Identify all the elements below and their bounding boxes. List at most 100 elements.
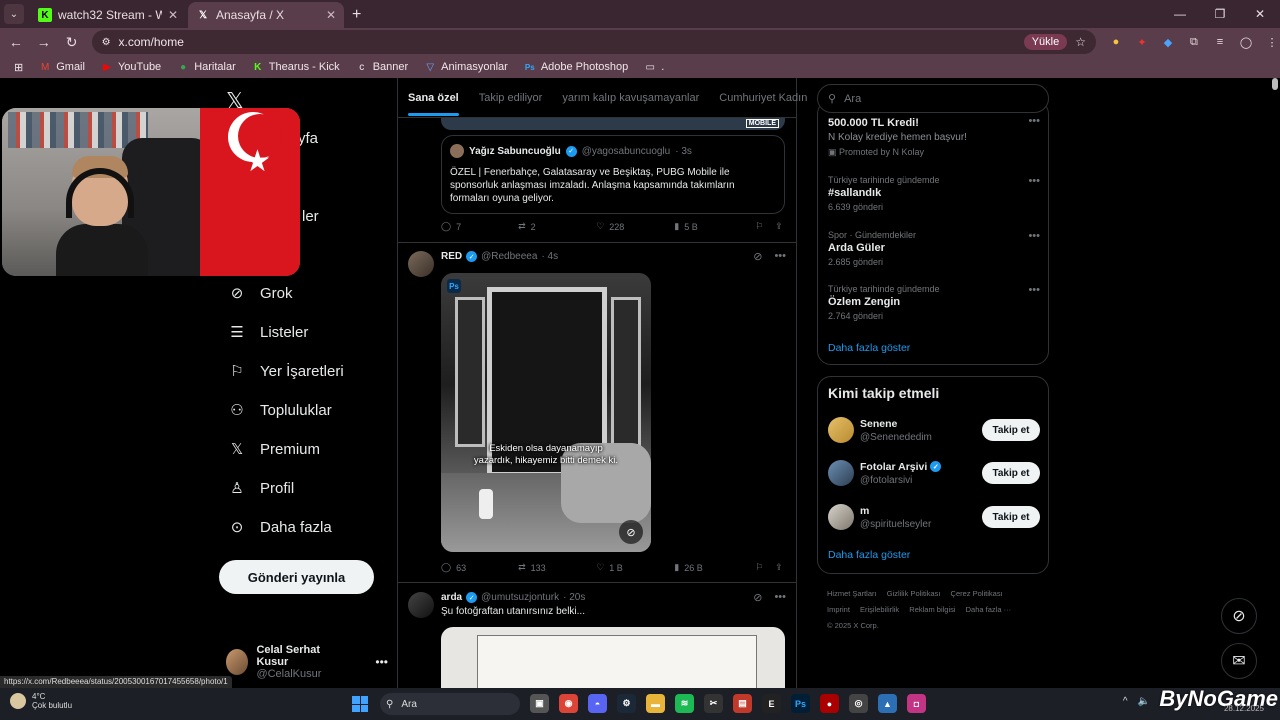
reply-button[interactable]: ◯ 7 — [441, 221, 518, 232]
reload-icon[interactable]: ↻ — [60, 30, 84, 54]
previous-post-media[interactable]: MOBILE — [441, 118, 785, 130]
post-author-handle[interactable]: @umutsuzjonturk — [481, 592, 559, 603]
suggested-account[interactable]: m @spirituelseyler Takip et — [828, 504, 1040, 530]
more-dots-icon[interactable]: ••• — [1028, 284, 1040, 296]
avatar[interactable] — [408, 592, 434, 618]
profile-icon[interactable]: ◯ — [1238, 34, 1254, 50]
tab-list-1[interactable]: yarım kalıp kavuşamayanlar — [562, 78, 699, 117]
obs-icon[interactable]: ◎ — [849, 694, 868, 713]
media-icon[interactable]: ≡ — [1212, 34, 1228, 50]
footer-link[interactable]: Daha fazla ··· — [966, 605, 1011, 614]
post-photo[interactable]: Ps Eskiden olsa dayanamayıp yazardık, hi… — [441, 273, 651, 552]
grok-icon[interactable]: ⊘ — [753, 250, 762, 263]
explorer-icon[interactable]: ▬ — [646, 694, 665, 713]
bookmark-animations[interactable]: ▽ Animasyonlar — [418, 61, 514, 73]
footer-link[interactable]: Reklam bilgisi — [909, 605, 955, 614]
suggested-account[interactable]: Fotolar Arşivi ✓ @fotolarsivi Takip et — [828, 460, 1040, 486]
avatar[interactable] — [408, 251, 434, 277]
like-button[interactable]: ♡ 1 B — [596, 562, 674, 573]
post-author-name[interactable]: arda — [441, 592, 462, 603]
post-button[interactable]: Gönderi yayınla — [219, 560, 374, 594]
star-icon[interactable]: ☆ — [1075, 35, 1086, 49]
apps-icon[interactable]: ⊞ — [8, 61, 29, 74]
photoshop-icon[interactable]: Ps — [791, 694, 810, 713]
nav-premium[interactable]: 𝕏 Premium — [228, 440, 320, 459]
post-time[interactable]: · 4s — [541, 251, 558, 262]
footer-link[interactable]: Gizlilik Politikası — [887, 589, 941, 598]
photos-icon[interactable]: ▲ — [878, 694, 897, 713]
app-icon[interactable]: ▤ — [733, 694, 752, 713]
capcut-icon[interactable]: ✂ — [704, 694, 723, 713]
nav-lists[interactable]: ☰ Listeler — [228, 323, 308, 342]
upload-button[interactable]: Yükle — [1023, 34, 1068, 50]
tab-for-you[interactable]: Sana özel — [408, 78, 459, 117]
back-icon[interactable]: ← — [4, 30, 28, 54]
more-dots-icon[interactable]: ••• — [1028, 115, 1040, 127]
trend-item[interactable]: Spor · Gündemdekiler Arda Güler 2.685 gö… — [828, 230, 1040, 267]
close-tab-icon[interactable]: ✕ — [326, 8, 336, 22]
nav-notifications-partial[interactable]: ler — [302, 208, 319, 225]
menu-icon[interactable]: ⋮ — [1264, 34, 1280, 50]
grok-fab-icon[interactable]: ⊘ — [1221, 598, 1257, 634]
new-tab-button[interactable]: + — [352, 6, 361, 24]
extension-icon[interactable]: ● — [1108, 34, 1124, 50]
post-photo[interactable] — [441, 627, 785, 688]
close-tab-icon[interactable]: ✕ — [168, 8, 178, 22]
trend-item[interactable]: Türkiye tarihinde gündemde #sallandık 6.… — [828, 175, 1040, 212]
share-button[interactable]: ⇪ — [775, 221, 785, 232]
task-view-icon[interactable]: ▣ — [530, 694, 549, 713]
grok-analyze-icon[interactable]: ⊘ — [619, 520, 643, 544]
trends-show-more-link[interactable]: Daha fazla göster — [828, 342, 910, 354]
steam-icon[interactable]: ⚙ — [617, 694, 636, 713]
post-author-handle[interactable]: @Redbeeea — [481, 251, 537, 262]
account-switcher[interactable]: Celal Serhat Kusur @CelalKusur ••• — [226, 644, 388, 680]
follow-button[interactable]: Takip et — [982, 419, 1040, 441]
spotify-icon[interactable]: ≋ — [675, 694, 694, 713]
nav-communities[interactable]: ⚇ Topluluklar — [228, 401, 331, 420]
quoted-post[interactable]: Yağız Sabuncuoğlu ✓ @yagosabuncuoglu · 3… — [441, 135, 785, 214]
bookmark-button[interactable]: ⚐ — [755, 562, 775, 573]
chrome-icon[interactable]: ◉ — [559, 694, 578, 713]
more-dots-icon[interactable]: ••• — [1028, 230, 1040, 242]
suggested-account[interactable]: Senene @Senenededim Takip et — [828, 417, 1040, 443]
who-show-more-link[interactable]: Daha fazla göster — [828, 549, 910, 561]
close-window-icon[interactable]: ✕ — [1240, 0, 1280, 28]
bookmark-youtube[interactable]: ▶ YouTube — [95, 61, 167, 73]
site-info-icon[interactable]: ⚙ — [102, 37, 111, 48]
more-dots-icon[interactable]: ••• — [774, 591, 786, 604]
taskbar-search[interactable]: ⚲ Ara — [380, 693, 520, 715]
views-button[interactable]: ▮ 26 B — [674, 562, 755, 573]
app-icon[interactable]: ● — [820, 694, 839, 713]
repost-button[interactable]: ⇄ 2 — [518, 221, 596, 232]
footer-link[interactable]: Çerez Politikası — [951, 589, 1003, 598]
weather-widget[interactable]: 4°C Çok bulutlu — [10, 692, 72, 710]
more-dots-icon[interactable]: ••• — [375, 655, 388, 669]
nav-profile[interactable]: ♙ Profil — [228, 479, 294, 498]
views-button[interactable]: ▮ 5 B — [674, 221, 755, 232]
tab-list-2[interactable]: Cumhuriyet Kadın — [719, 78, 807, 117]
more-dots-icon[interactable]: ••• — [1028, 175, 1040, 187]
bookmark-maps[interactable]: ● Haritalar — [171, 61, 242, 73]
footer-link[interactable]: Imprint — [827, 605, 850, 614]
nav-home-partial[interactable]: yfa — [298, 130, 318, 147]
reply-button[interactable]: ◯ 63 — [441, 562, 518, 573]
restore-icon[interactable]: ❐ — [1200, 0, 1240, 28]
scrollbar[interactable] — [1272, 78, 1278, 90]
address-bar[interactable]: ⚙ x.com/home Yükle ☆ — [91, 30, 1096, 54]
more-dots-icon[interactable]: ••• — [774, 250, 786, 263]
grok-icon[interactable]: ⊘ — [753, 591, 762, 604]
bookmark-banner[interactable]: c Banner — [350, 61, 414, 73]
browser-tab-kick[interactable]: K watch32 Stream - Watch Live o ✕ — [30, 2, 186, 28]
nav-more[interactable]: ⊙ Daha fazla — [228, 518, 332, 537]
forward-icon[interactable]: → — [32, 30, 56, 54]
follow-button[interactable]: Takip et — [982, 462, 1040, 484]
post-author-name[interactable]: RED — [441, 251, 462, 262]
post-time[interactable]: · 20s — [563, 592, 585, 603]
follow-button[interactable]: Takip et — [982, 506, 1040, 528]
bookmark-folder[interactable]: ▭. — [638, 61, 670, 73]
promoted-trend[interactable]: 500.000 TL Kredi! N Kolay krediye hemen … — [828, 115, 1040, 158]
bookmark-kick[interactable]: K Thearus - Kick — [246, 61, 346, 73]
bookmark-button[interactable]: ⚐ — [755, 221, 775, 232]
browser-tab-x[interactable]: 𝕏 Anasayfa / X ✕ — [188, 2, 344, 28]
volume-icon[interactable]: 🔈 — [1138, 696, 1150, 707]
